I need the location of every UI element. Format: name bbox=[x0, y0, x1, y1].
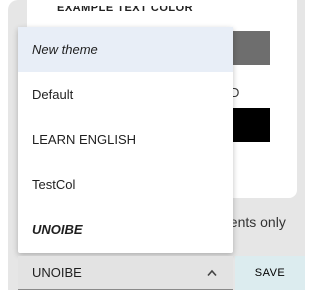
menu-item-new-theme[interactable]: New theme bbox=[18, 27, 233, 72]
section-title: EXAMPLE TEXT COLOR bbox=[57, 6, 194, 14]
theme-select[interactable]: UNOIBE bbox=[18, 256, 233, 290]
menu-item-learn-english[interactable]: LEARN ENGLISH bbox=[18, 117, 233, 162]
black-color-swatch[interactable] bbox=[228, 108, 270, 142]
save-button[interactable]: SAVE bbox=[235, 256, 305, 290]
theme-settings-screen: EXAMPLE TEXT COLOR D nents only SAVE New… bbox=[0, 0, 305, 290]
chevron-up-icon[interactable] bbox=[207, 269, 217, 277]
menu-item-default[interactable]: Default bbox=[18, 72, 233, 117]
grey-color-swatch[interactable] bbox=[228, 31, 270, 65]
theme-dropdown-menu: New theme Default LEARN ENGLISH TestCol … bbox=[18, 27, 233, 253]
theme-select-value: UNOIBE bbox=[32, 265, 82, 280]
menu-item-testcol[interactable]: TestCol bbox=[18, 162, 233, 207]
menu-item-unoibe[interactable]: UNOIBE bbox=[18, 207, 233, 252]
